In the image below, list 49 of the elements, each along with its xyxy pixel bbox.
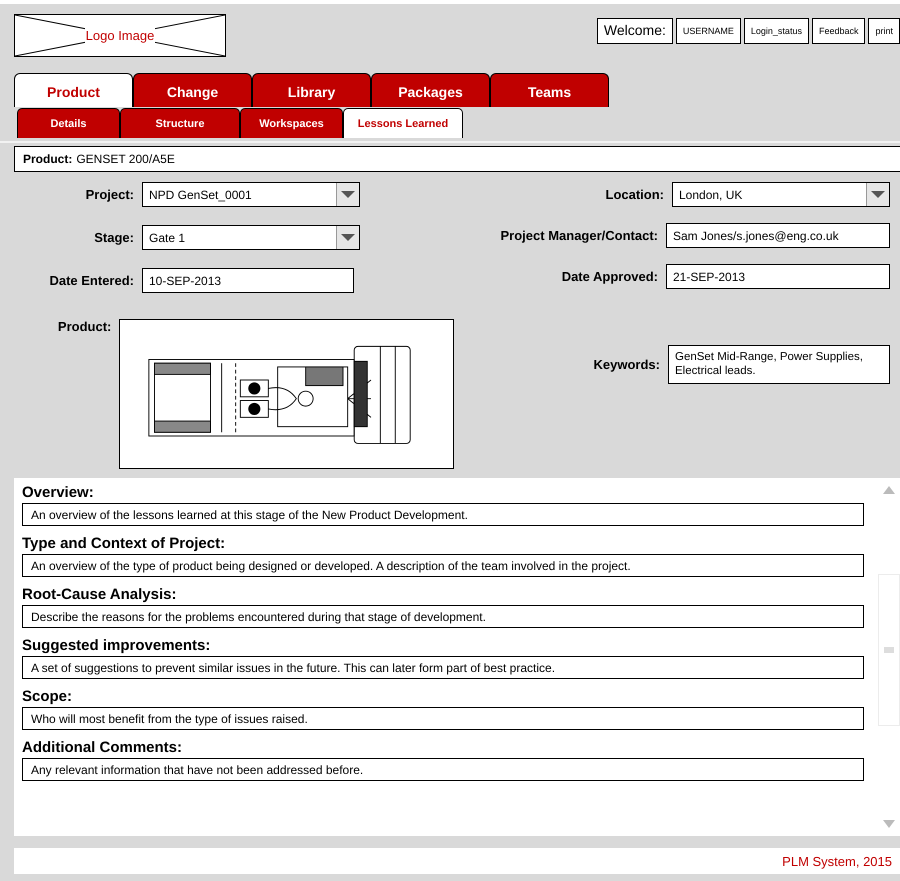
sub-tab[interactable]: Workspaces	[240, 108, 343, 138]
header-button[interactable]: USERNAME	[676, 18, 741, 44]
text-area[interactable]: GenSet Mid-Range, Power Supplies, Electrical leads.	[668, 345, 890, 384]
dropdown[interactable]: NPD GenSet_0001	[142, 182, 360, 207]
sub-tab[interactable]: Structure	[120, 108, 240, 138]
section-heading: Scope:	[22, 688, 74, 705]
section-heading: Root-Cause Analysis:	[22, 586, 178, 603]
text-area[interactable]: An overview of the type of product being designed or developed. A description of the team involved in the project.	[22, 554, 864, 577]
grip-icon	[884, 647, 894, 653]
product-bar-label: Product:	[23, 152, 72, 166]
dropdown[interactable]: London, UK	[672, 182, 890, 207]
product-bar-value: GENSET 200/A5E	[76, 152, 175, 166]
section-heading: Additional Comments:	[22, 739, 183, 756]
header-button[interactable]: Feedback	[812, 18, 866, 44]
main-tab[interactable]: Change	[133, 73, 252, 107]
text-field[interactable]: 10-SEP-2013	[142, 268, 354, 293]
section-heading: Suggested improvements:	[22, 637, 212, 654]
text-area[interactable]: A set of suggestions to prevent similar issues in the future. This can later form part of best practice.	[22, 656, 864, 679]
text-area[interactable]: An overview of the lessons learned at this stage of the New Product Development.	[22, 503, 864, 526]
field-label: Product:	[56, 319, 112, 334]
dropdown[interactable]: Gate 1	[142, 225, 360, 250]
text-field[interactable]: 21-SEP-2013	[666, 264, 890, 289]
scroll-down-icon[interactable]	[883, 820, 895, 828]
field-label: Location:	[606, 187, 664, 202]
main-tab[interactable]: Library	[252, 73, 371, 107]
main-tab[interactable]: Product	[14, 73, 133, 107]
sub-tab[interactable]: Details	[17, 108, 120, 138]
text-field[interactable]: Sam Jones/s.jones@eng.co.uk	[666, 223, 890, 248]
field-label: Stage:	[93, 230, 134, 245]
main-tab[interactable]: Teams	[490, 73, 609, 107]
welcome-label: Welcome:	[596, 18, 673, 44]
field-label: Date Approved:	[562, 269, 658, 284]
section-heading: Overview:	[22, 484, 95, 501]
footer-text: PLM System, 2015	[782, 854, 892, 868]
scrollbar-thumb[interactable]	[878, 574, 900, 726]
header-button[interactable]: print	[868, 18, 900, 44]
field-label: Keywords:	[594, 356, 660, 372]
field-label: Project Manager/Contact:	[500, 228, 658, 243]
header-button[interactable]: Login_status	[744, 18, 809, 44]
text-area[interactable]: Any relevant information that have not been addressed before.	[22, 758, 864, 781]
field-label: Project:	[84, 187, 134, 202]
text-area[interactable]: Describe the reasons for the problems encountered during that stage of development.	[22, 605, 864, 628]
field-label: Date Entered:	[48, 273, 134, 288]
logo-text: Logo Image	[84, 28, 156, 43]
section-heading: Type and Context of Project:	[22, 535, 226, 552]
text-area[interactable]: Who will most benefit from the type of issues raised.	[22, 707, 864, 730]
scroll-up-icon[interactable]	[883, 486, 895, 494]
sub-tab[interactable]: Lessons Learned	[343, 108, 463, 138]
main-tab[interactable]: Packages	[371, 73, 490, 107]
